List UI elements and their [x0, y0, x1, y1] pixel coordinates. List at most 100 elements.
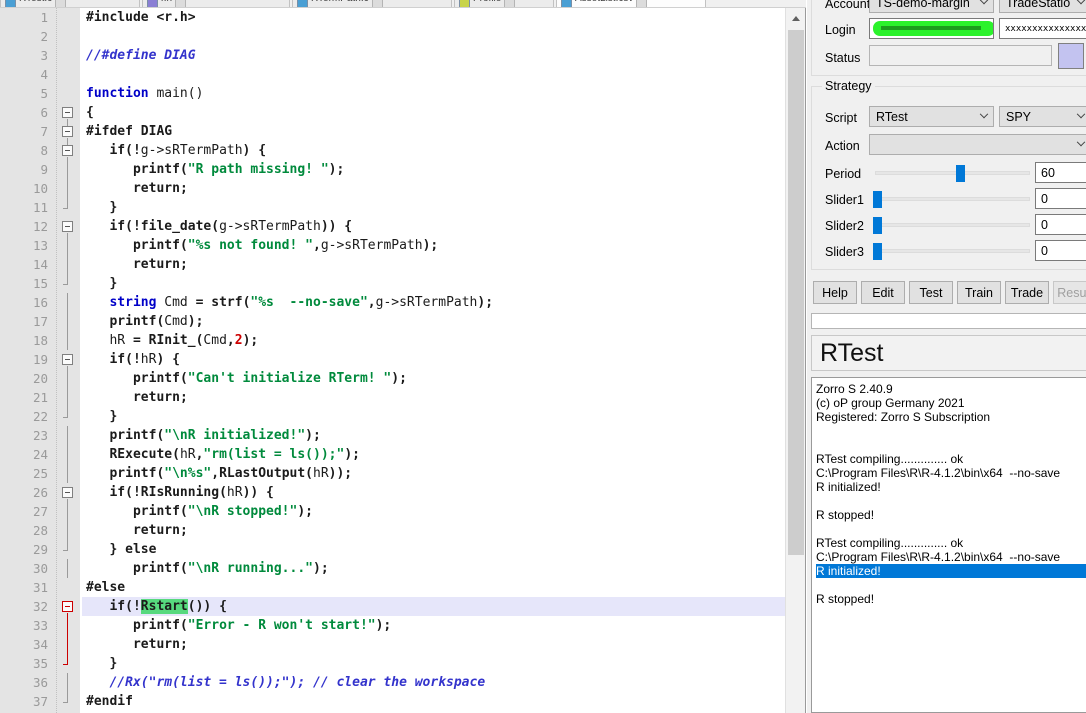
message-line[interactable]: [816, 494, 1086, 508]
code-line[interactable]: #include <r.h>: [82, 8, 785, 27]
message-line[interactable]: [816, 578, 1086, 592]
close-icon[interactable]: [55, 0, 66, 7]
message-line[interactable]: R stopped!: [816, 508, 1086, 522]
code-line[interactable]: printf("\n%s",RLastOutput(hR));: [82, 464, 785, 483]
action-select[interactable]: [869, 134, 1086, 155]
asset-select[interactable]: SPY: [999, 106, 1086, 127]
code-line[interactable]: return;: [82, 179, 785, 198]
code-line[interactable]: return;: [82, 255, 785, 274]
slider-thumb[interactable]: [873, 217, 882, 234]
login-input[interactable]: [869, 18, 994, 39]
code-line[interactable]: }: [82, 198, 785, 217]
broker-select[interactable]: TradeStatio: [999, 0, 1086, 13]
slider-thumb[interactable]: [873, 191, 882, 208]
code-line[interactable]: if(!hR) {: [82, 350, 785, 369]
password-input[interactable]: xxxxxxxxxxxxxxxxxxx: [999, 18, 1086, 39]
code-line[interactable]: if(!RIsRunning(hR)) {: [82, 483, 785, 502]
message-line[interactable]: (c) oP group Germany 2021: [816, 396, 1086, 410]
message-line[interactable]: C:\Program Files\R\R-4.1.2\bin\x64 --no-…: [816, 466, 1086, 480]
close-icon[interactable]: [504, 0, 515, 7]
message-line[interactable]: R initialized!: [816, 564, 1086, 578]
slider-track[interactable]: [875, 171, 1030, 175]
code-line[interactable]: return;: [82, 635, 785, 654]
code-editor-pane[interactable]: 1234567891011121314151617181920212223242…: [0, 8, 806, 713]
code-line[interactable]: printf(Cmd);: [82, 312, 785, 331]
message-line[interactable]: RTest compiling.............. ok: [816, 536, 1086, 550]
code-line[interactable]: return;: [82, 388, 785, 407]
code-line[interactable]: //Rx("rm(list = ls());"); // clear the w…: [82, 673, 785, 692]
slider-value-input[interactable]: 0: [1035, 240, 1086, 261]
fold-toggle-icon[interactable]: [62, 145, 73, 156]
slider-value-input[interactable]: 60: [1035, 162, 1086, 183]
message-line[interactable]: [816, 438, 1086, 452]
message-line[interactable]: Zorro S 2.40.9: [816, 382, 1086, 396]
code-line[interactable]: [82, 65, 785, 84]
code-line[interactable]: printf("Can't initialize RTerm! ");: [82, 369, 785, 388]
editor-tab-strip[interactable]: RTest.cr.hRTermPath.cProfileAssetList.cs…: [0, 0, 806, 8]
code-line[interactable]: printf("R path missing! ");: [82, 160, 785, 179]
code-line[interactable]: }: [82, 407, 785, 426]
close-icon[interactable]: [636, 0, 647, 7]
slider-slider1[interactable]: [875, 190, 1030, 208]
fold-toggle-icon[interactable]: [62, 487, 73, 498]
message-output-panel[interactable]: Zorro S 2.40.9(c) oP group Germany 2021R…: [811, 377, 1086, 713]
zorro-control-panel[interactable]: Account TS-demo-margin TradeStatio Login…: [807, 0, 1086, 713]
code-line[interactable]: {: [82, 103, 785, 122]
code-line[interactable]: }: [82, 274, 785, 293]
code-line[interactable]: return;: [82, 521, 785, 540]
message-line[interactable]: [816, 424, 1086, 438]
test-button[interactable]: Test: [909, 281, 953, 304]
slider-value-input[interactable]: 0: [1035, 214, 1086, 235]
code-line[interactable]: } else: [82, 540, 785, 559]
editor-tab[interactable]: RTest.c: [0, 0, 140, 7]
code-line[interactable]: if(!g->sRTermPath) {: [82, 141, 785, 160]
editor-tab[interactable]: Profile: [454, 0, 554, 7]
script-select[interactable]: RTest: [869, 106, 994, 127]
slider-thumb[interactable]: [873, 243, 882, 260]
code-line[interactable]: RExecute(hR,"rm(list = ls());");: [82, 445, 785, 464]
code-line[interactable]: #endif: [82, 692, 785, 711]
editor-tab[interactable]: AssetList.csv: [556, 0, 706, 7]
code-folding-margin[interactable]: [56, 8, 80, 713]
editor-vertical-scrollbar[interactable]: [785, 8, 805, 713]
slider-thumb[interactable]: [956, 165, 965, 182]
code-text-area[interactable]: #include <r.h> //#define DIAG function m…: [82, 8, 785, 713]
code-line[interactable]: printf("\nR running...");: [82, 559, 785, 578]
slider-track[interactable]: [875, 249, 1030, 253]
edit-button[interactable]: Edit: [861, 281, 905, 304]
fold-toggle-icon[interactable]: [62, 354, 73, 365]
slider-slider2[interactable]: [875, 216, 1030, 234]
slider-track[interactable]: [875, 223, 1030, 227]
slider-track[interactable]: [875, 197, 1030, 201]
fold-toggle-icon[interactable]: [62, 601, 73, 612]
slider-value-input[interactable]: 0: [1035, 188, 1086, 209]
code-line[interactable]: printf("%s not found! ",g->sRTermPath);: [82, 236, 785, 255]
code-line[interactable]: if(!file_date(g->sRTermPath)) {: [82, 217, 785, 236]
message-line[interactable]: [816, 522, 1086, 536]
slider-slider3[interactable]: [875, 242, 1030, 260]
message-line[interactable]: R stopped!: [816, 592, 1086, 606]
code-line[interactable]: string Cmd = strf("%s --no-save",g->sRTe…: [82, 293, 785, 312]
fold-toggle-icon[interactable]: [62, 221, 73, 232]
code-line[interactable]: function main(): [82, 84, 785, 103]
slider-period[interactable]: [875, 164, 1030, 182]
editor-tab[interactable]: RTermPath.c: [292, 0, 452, 7]
message-line[interactable]: Registered: Zorro S Subscription: [816, 410, 1086, 424]
scrollbar-thumb[interactable]: [788, 30, 804, 555]
code-line[interactable]: printf("\nR initialized!");: [82, 426, 785, 445]
train-button[interactable]: Train: [957, 281, 1001, 304]
message-line[interactable]: R initialized!: [816, 480, 1086, 494]
fold-toggle-icon[interactable]: [62, 107, 73, 118]
message-line[interactable]: RTest compiling.............. ok: [816, 452, 1086, 466]
help-button[interactable]: Help: [813, 281, 857, 304]
code-line[interactable]: printf("Error - R won't start!");: [82, 616, 785, 635]
trade-button[interactable]: Trade: [1005, 281, 1049, 304]
code-line[interactable]: //#define DIAG: [82, 46, 785, 65]
close-icon[interactable]: [372, 0, 383, 7]
message-line[interactable]: C:\Program Files\R\R-4.1.2\bin\x64 --no-…: [816, 550, 1086, 564]
code-line[interactable]: #else: [82, 578, 785, 597]
code-line[interactable]: hR = RInit_(Cmd,2);: [82, 331, 785, 350]
code-line[interactable]: [82, 27, 785, 46]
account-select[interactable]: TS-demo-margin: [869, 0, 994, 13]
code-line[interactable]: printf("\nR stopped!");: [82, 502, 785, 521]
